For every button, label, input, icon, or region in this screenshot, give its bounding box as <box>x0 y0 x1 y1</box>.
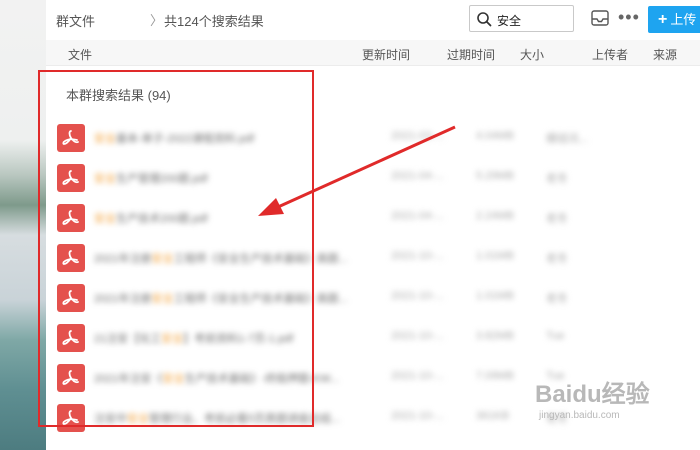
breadcrumb-separator-icon: 〉 <box>150 13 164 28</box>
file-name-suffix: 生产技术200题.pdf <box>116 213 208 225</box>
pdf-glyph <box>62 410 79 425</box>
file-row[interactable]: 安全基本-单子-2022课程资料.pdf 2021-03-... 4.04MB 模组讯… <box>46 119 700 159</box>
pdf-glyph <box>62 250 79 265</box>
desktop-wallpaper <box>0 0 46 450</box>
file-name[interactable]: 21注安【化工安全】考前资料1-7页-1.pdf <box>94 330 293 346</box>
file-name[interactable]: 安全生产技术200题.pdf <box>94 210 208 226</box>
file-name[interactable]: 安全基本-单子-2022课程资料.pdf <box>94 130 254 146</box>
file-row[interactable]: 2021年注册安全工程师《安全生产技术基础》高题... 2021-10-... 1.… <box>46 279 700 319</box>
file-name-prefix: 2021年注册 <box>94 253 152 265</box>
file-name-highlight: 安全 <box>162 373 185 385</box>
plus-icon: + <box>658 11 668 28</box>
file-name-highlight: 安全 <box>127 413 149 425</box>
file-uploader: 老冬 <box>546 293 568 305</box>
file-name[interactable]: 2021年注册安全工程师《安全生产技术基础》高题... <box>94 290 348 306</box>
file-name-suffix: 生产技术基础》-终极押题-KW... <box>184 373 340 385</box>
pdf-glyph <box>62 330 79 345</box>
pdf-file-icon <box>57 364 85 392</box>
file-name-suffix: 生产管理200题.pdf <box>116 173 208 185</box>
pdf-file-icon <box>57 204 85 232</box>
section-title: 本群搜索结果 (94) <box>66 88 171 103</box>
file-updated-time: 2021-04-... <box>391 170 445 182</box>
file-uploader: 老冬 <box>546 253 568 265</box>
file-name-highlight: 安全 <box>94 173 116 185</box>
pdf-glyph <box>62 370 79 385</box>
file-size: 5.29MB <box>476 170 514 182</box>
pdf-file-icon <box>57 164 85 192</box>
baidu-watermark: Baidu经验 jingyan.baidu.com <box>535 374 695 434</box>
file-row[interactable]: 安全生产技术200题.pdf 2021-04-... 2.24MB 老冬 <box>46 199 700 239</box>
inbox-icon[interactable] <box>590 9 610 27</box>
column-source[interactable]: 来源 <box>653 46 677 63</box>
pdf-file-icon <box>57 404 85 432</box>
file-name-suffix: 工程师《安全生产技术基础》高题... <box>173 253 348 265</box>
watermark-logo: Baidu经验 <box>535 381 650 408</box>
breadcrumb-search-results: 共124个搜索结果 <box>164 14 264 29</box>
file-name-highlight: 安全 <box>151 293 174 305</box>
file-updated-time: 2021-04-... <box>391 210 445 222</box>
file-row[interactable]: 21注安【化工安全】考前资料1-7页-1.pdf 2021-10-... 3.82M… <box>46 319 700 359</box>
file-name-prefix: 注安中 <box>94 413 127 425</box>
file-name-suffix: 基本-单子-2022课程资料.pdf <box>116 133 255 145</box>
column-size[interactable]: 大小 <box>520 46 544 63</box>
file-row[interactable]: 2021年注册安全工程师《安全生产技术基础》高题... 2021-10-... 1.… <box>46 239 700 279</box>
search-input[interactable]: 安全 <box>469 5 574 32</box>
file-name[interactable]: 2021年注安《安全生产技术基础》-终极押题-KW... <box>94 370 339 386</box>
column-header: 文件 更新时间 过期时间 大小 上传者 来源 <box>46 40 700 66</box>
file-row[interactable]: 安全生产管理200题.pdf 2021-04-... 5.29MB 老冬 <box>46 159 700 199</box>
top-bar: 群文件 〉 共124个搜索结果 安全 ••• + 上传 <box>46 0 700 40</box>
file-name-suffix: 】考前资料1-7页-1.pdf <box>183 333 294 345</box>
file-size: 2.24MB <box>476 210 514 222</box>
file-name[interactable]: 安全生产管理200题.pdf <box>94 170 208 186</box>
pdf-file-icon <box>57 324 85 352</box>
watermark-url: jingyan.baidu.com <box>539 410 620 421</box>
file-updated-time: 2021-10-... <box>391 330 445 342</box>
file-name-prefix: 21注安【化工 <box>94 333 162 345</box>
file-name-highlight: 安全 <box>94 133 116 145</box>
file-size: 3.82MB <box>476 330 514 342</box>
more-options-icon[interactable]: ••• <box>618 8 640 26</box>
file-name-highlight: 安全 <box>151 253 174 265</box>
upload-button[interactable]: + 上传 <box>648 6 700 33</box>
search-icon <box>477 12 492 27</box>
file-uploader: 模组讯... <box>546 133 589 145</box>
search-value: 安全 <box>497 14 522 28</box>
file-name-highlight: 安全 <box>161 333 184 345</box>
file-name-suffix: 工程师《安全生产技术基础》高题... <box>173 293 348 305</box>
file-name-suffix: 管理行业、考前必看5页真题讲座总结... <box>149 413 341 425</box>
file-updated-time: 2021-10-... <box>391 250 445 262</box>
column-expire-time[interactable]: 过期时间 <box>447 46 495 63</box>
file-size: 1.01MB <box>476 250 514 262</box>
file-size: 361KB <box>476 410 510 422</box>
file-updated-time: 2021-10-... <box>391 290 445 302</box>
file-name-prefix: 2021年注安《 <box>94 373 163 385</box>
column-uploader[interactable]: 上传者 <box>592 46 628 63</box>
file-updated-time: 2021-03-... <box>391 130 445 142</box>
pdf-glyph <box>62 130 79 145</box>
file-uploader: 老冬 <box>546 173 568 185</box>
file-updated-time: 2021-10-... <box>391 410 445 422</box>
file-size: 4.04MB <box>476 130 514 142</box>
file-name-highlight: 安全 <box>94 213 116 225</box>
upload-label: 上传 <box>670 12 697 27</box>
breadcrumb-group-files[interactable]: 群文件 <box>56 11 95 30</box>
file-size: 7.09MB <box>476 370 514 382</box>
pdf-glyph <box>62 290 79 305</box>
pdf-glyph <box>62 170 79 185</box>
file-uploader: 老冬 <box>546 213 568 225</box>
file-uploader: Tue <box>546 330 565 342</box>
file-name-prefix: 2021年注册 <box>94 293 152 305</box>
pdf-file-icon <box>57 244 85 272</box>
pdf-file-icon <box>57 284 85 312</box>
file-size: 1.01MB <box>476 290 514 302</box>
file-name[interactable]: 注安中安全管理行业、考前必看5页真题讲座总结... <box>94 410 340 426</box>
pdf-file-icon <box>57 124 85 152</box>
column-file[interactable]: 文件 <box>68 46 92 63</box>
file-name[interactable]: 2021年注册安全工程师《安全生产技术基础》高题... <box>94 250 348 266</box>
file-updated-time: 2021-10-... <box>391 370 445 382</box>
column-updated-time[interactable]: 更新时间 <box>362 46 410 63</box>
pdf-glyph <box>62 210 79 225</box>
